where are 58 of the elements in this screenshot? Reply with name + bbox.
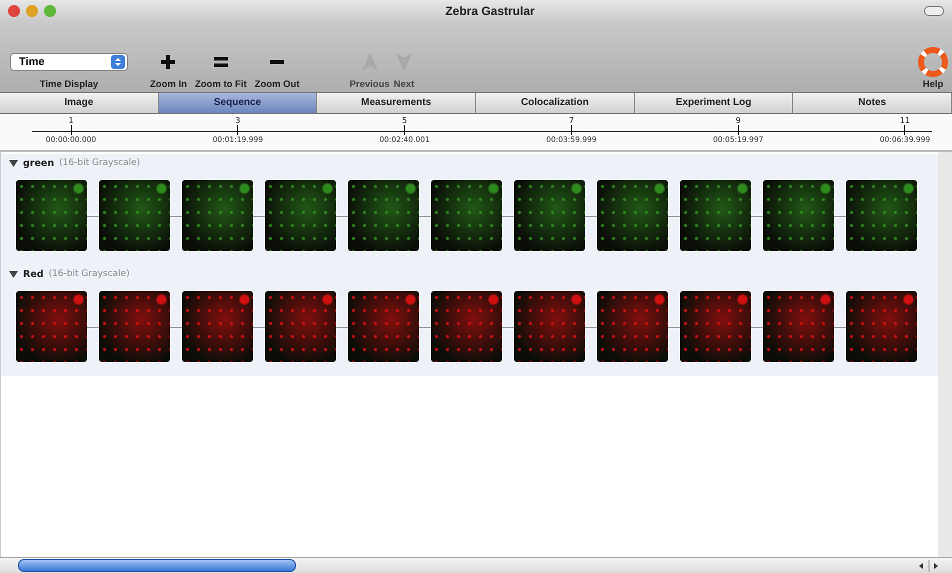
image-thumbnail[interactable]: [597, 180, 668, 251]
channel-format: (16-bit Grayscale): [48, 269, 130, 279]
image-thumbnail[interactable]: [431, 180, 502, 251]
channel-name: Red: [23, 268, 44, 280]
tick-mark: [237, 125, 238, 135]
image-thumbnail[interactable]: [348, 291, 419, 362]
stepper-icon: [111, 55, 125, 69]
toolbar-toggle-button[interactable]: [924, 6, 944, 16]
tick-mark: [70, 125, 72, 135]
tick-mark: [904, 125, 906, 135]
channel-name: green: [23, 158, 54, 168]
image-thumbnail[interactable]: [348, 180, 419, 251]
image-thumbnail[interactable]: [99, 291, 170, 362]
horizontal-scrollbar[interactable]: [0, 557, 952, 573]
image-thumbnail[interactable]: [182, 291, 253, 362]
tick-mark: [570, 125, 572, 135]
toolbar-button-label[interactable]: Zoom In: [150, 79, 187, 90]
image-thumbnail[interactable]: [514, 291, 585, 362]
tab[interactable]: Sequence: [158, 93, 318, 113]
tab[interactable]: Image: [0, 93, 159, 113]
scroll-thumb[interactable]: [18, 559, 296, 572]
disclosure-triangle-icon[interactable]: [9, 158, 18, 168]
image-thumbnail[interactable]: [846, 291, 917, 362]
image-thumbnail[interactable]: [265, 291, 336, 362]
window-control-button[interactable]: [8, 5, 20, 17]
disclosure-triangle-icon[interactable]: [9, 270, 18, 278]
image-thumbnail[interactable]: [680, 180, 751, 251]
image-thumbnail[interactable]: [431, 291, 502, 362]
dropdown-label: Time Display: [40, 79, 98, 90]
tab[interactable]: Experiment Log: [634, 93, 794, 113]
image-thumbnail[interactable]: [16, 180, 87, 251]
image-thumbnail[interactable]: [597, 291, 668, 362]
tab[interactable]: Measurements: [317, 93, 476, 113]
tab[interactable]: Colocalization: [476, 93, 635, 113]
toolbar-button-label[interactable]: Help: [922, 79, 944, 90]
frame-number: 7: [568, 116, 574, 125]
frame-number: 1: [68, 116, 74, 125]
image-thumbnail[interactable]: [514, 180, 585, 251]
toolbar-button-label[interactable]: Zoom to Fit: [194, 79, 247, 90]
frame-number: 3: [235, 116, 240, 125]
image-thumbnail[interactable]: [99, 180, 170, 251]
image-thumbnail[interactable]: [680, 291, 751, 362]
tab[interactable]: Notes: [793, 93, 952, 113]
toolbar-button-label[interactable]: Zoom Out: [254, 79, 300, 90]
tick-mark: [404, 125, 406, 135]
image-thumbnail[interactable]: [763, 291, 834, 362]
frame-number: 11: [900, 116, 910, 125]
image-thumbnail[interactable]: [265, 180, 336, 251]
window-title: Zebra Gastrular: [444, 4, 536, 18]
image-thumbnail[interactable]: [182, 180, 253, 251]
channel-format: (16-bit Grayscale): [59, 158, 140, 168]
image-thumbnail[interactable]: [763, 180, 834, 251]
tick-mark: [738, 125, 739, 135]
image-thumbnail[interactable]: [846, 180, 917, 251]
frame-number: 5: [402, 116, 408, 125]
time-dropdown[interactable]: Time: [10, 53, 128, 71]
frame-number: 9: [736, 116, 741, 125]
image-thumbnail[interactable]: [16, 291, 87, 362]
